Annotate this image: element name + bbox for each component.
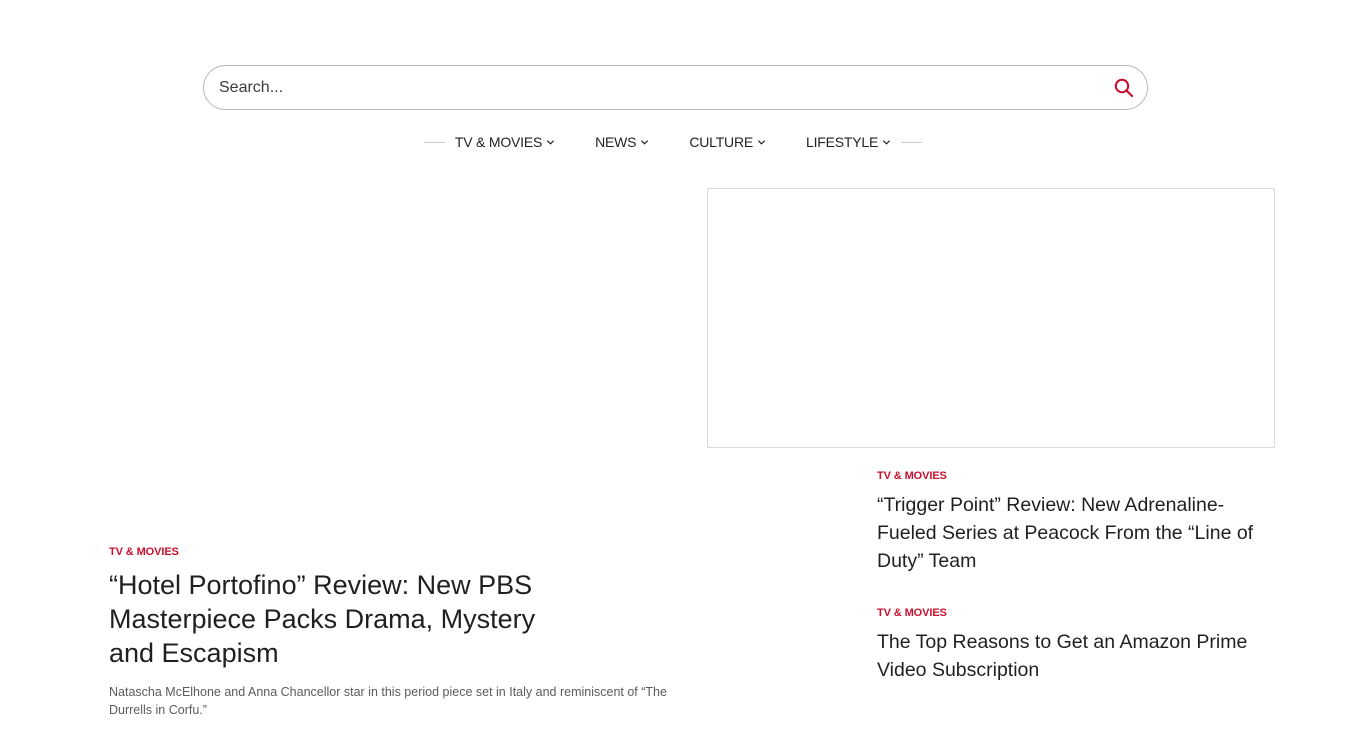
search-button[interactable] bbox=[1113, 77, 1135, 99]
side-article: TV & MOVIES The Top Reasons to Get an Am… bbox=[877, 607, 1277, 684]
nav-item-label: TV & MOVIES bbox=[454, 134, 543, 150]
feature-excerpt: Natascha McElhone and Anna Chancellor st… bbox=[109, 685, 667, 717]
ad-placeholder bbox=[707, 188, 1275, 448]
search-input[interactable] bbox=[219, 66, 1099, 109]
nav-divider-right bbox=[901, 141, 923, 143]
nav-item-label: LIFESTYLE bbox=[806, 134, 879, 150]
category-link[interactable]: TV & MOVIES bbox=[109, 546, 669, 558]
chevron-down-icon bbox=[883, 139, 891, 145]
side-article: TV & MOVIES “Trigger Point” Review: New … bbox=[877, 470, 1277, 575]
search-icon bbox=[1114, 78, 1134, 98]
chevron-down-icon bbox=[547, 139, 555, 145]
category-link[interactable]: TV & MOVIES bbox=[877, 607, 1277, 619]
side-article-title[interactable]: “Trigger Point” Review: New Adrenaline-F… bbox=[877, 491, 1277, 575]
nav-item-news[interactable]: NEWS bbox=[595, 134, 649, 150]
nav-item-label: NEWS bbox=[595, 134, 637, 150]
nav-item-label: CULTURE bbox=[689, 134, 754, 150]
category-link[interactable]: TV & MOVIES bbox=[877, 470, 1277, 482]
nav-item-culture[interactable]: CULTURE bbox=[689, 134, 766, 150]
feature-article: TV & MOVIES “Hotel Portofino” Review: Ne… bbox=[109, 546, 669, 719]
side-article-title[interactable]: The Top Reasons to Get an Amazon Prime V… bbox=[877, 628, 1277, 684]
feature-title[interactable]: “Hotel Portofino” Review: New PBS Master… bbox=[109, 568, 559, 670]
search-bar bbox=[203, 65, 1148, 110]
nav-item-lifestyle[interactable]: LIFESTYLE bbox=[806, 134, 891, 150]
nav-divider-left bbox=[423, 141, 445, 143]
chevron-down-icon bbox=[641, 139, 649, 145]
chevron-down-icon bbox=[757, 139, 766, 145]
nav-item-tv-movies[interactable]: TV & MOVIES bbox=[455, 134, 555, 150]
main-nav: TV & MOVIES NEWS CULTURE LIFESTYLE bbox=[0, 130, 1346, 154]
